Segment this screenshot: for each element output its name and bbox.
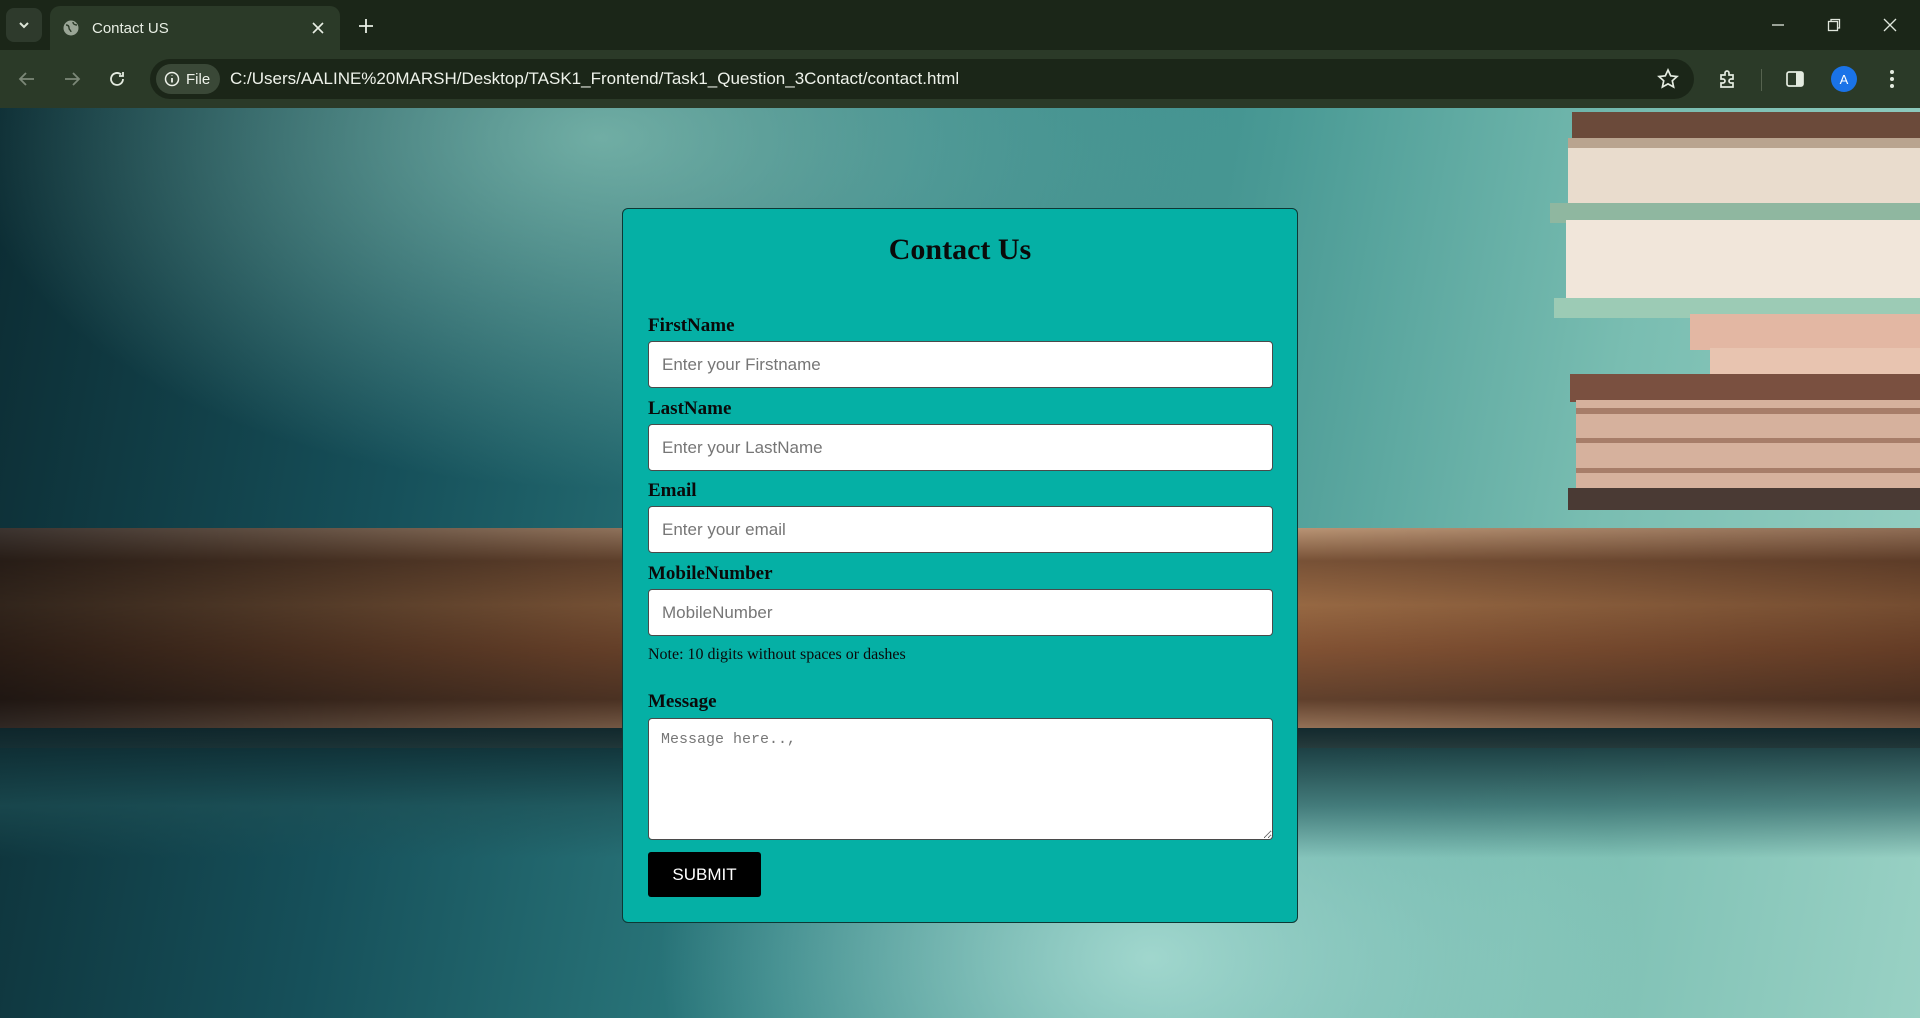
mobile-note: Note: 10 digits without spaces or dashes	[648, 646, 906, 663]
star-icon[interactable]	[1656, 67, 1680, 91]
url-text: C:/Users/AALINE%20MARSH/Desktop/TASK1_Fr…	[230, 69, 960, 88]
reload-icon	[110, 72, 124, 86]
restore-icon	[1827, 18, 1841, 32]
contact-form-card: Contact Us FirstName LastName Email Mobi…	[622, 208, 1298, 923]
tab-search-button[interactable]	[6, 8, 42, 42]
lastname-label: LastName	[648, 398, 732, 419]
back-button[interactable]	[9, 61, 45, 97]
message-label: Message	[648, 691, 717, 712]
email-input[interactable]	[648, 506, 1273, 553]
site-info-chip[interactable]: File	[156, 64, 221, 94]
extensions-icon	[1720, 70, 1734, 88]
restore-button[interactable]	[1806, 0, 1862, 50]
close-icon	[312, 22, 324, 34]
profile-avatar[interactable]: A	[1831, 66, 1857, 92]
tab-title: Contact US	[92, 19, 169, 37]
extensions-button[interactable]	[1712, 63, 1744, 95]
minimize-icon	[1772, 24, 1784, 26]
mobile-input[interactable]	[648, 589, 1273, 636]
side-panel-button[interactable]	[1779, 63, 1811, 95]
forward-button[interactable]	[54, 61, 90, 97]
tab-close-button[interactable]	[308, 18, 328, 38]
forward-arrow-icon	[65, 72, 81, 86]
page-background: Contact Us FirstName LastName Email Mobi…	[0, 108, 1920, 1018]
firstname-input[interactable]	[648, 341, 1273, 388]
plus-icon	[359, 19, 373, 33]
info-icon	[164, 71, 180, 87]
tab-strip: Contact US	[0, 0, 1920, 50]
minimize-button[interactable]	[1750, 0, 1806, 50]
email-label: Email	[648, 480, 697, 501]
form-title: Contact Us	[888, 233, 1032, 266]
chevron-down-icon	[19, 22, 29, 29]
mobile-label: MobileNumber	[648, 563, 773, 584]
firstname-label: FirstName	[648, 315, 735, 336]
close-window-button[interactable]	[1862, 0, 1918, 50]
reload-button[interactable]	[99, 61, 135, 97]
toolbar-divider	[1761, 69, 1762, 91]
background-books-image	[1550, 112, 1920, 510]
close-window-icon	[1883, 18, 1897, 32]
side-panel-icon	[1786, 71, 1804, 87]
browser-tab[interactable]: Contact US	[50, 6, 340, 50]
menu-button[interactable]	[1876, 63, 1908, 95]
site-info-label: File	[186, 70, 211, 88]
submit-button[interactable]: SUBMIT	[648, 852, 761, 897]
more-vert-icon	[1890, 70, 1894, 88]
new-tab-button[interactable]	[352, 12, 380, 40]
back-arrow-icon	[18, 72, 34, 86]
address-bar[interactable]: File C:/Users/AALINE%20MARSH/Desktop/TAS…	[150, 59, 1694, 99]
browser-toolbar: File C:/Users/AALINE%20MARSH/Desktop/TAS…	[0, 50, 1920, 108]
message-textarea[interactable]	[648, 718, 1273, 840]
globe-icon	[62, 19, 80, 37]
lastname-input[interactable]	[648, 424, 1273, 471]
